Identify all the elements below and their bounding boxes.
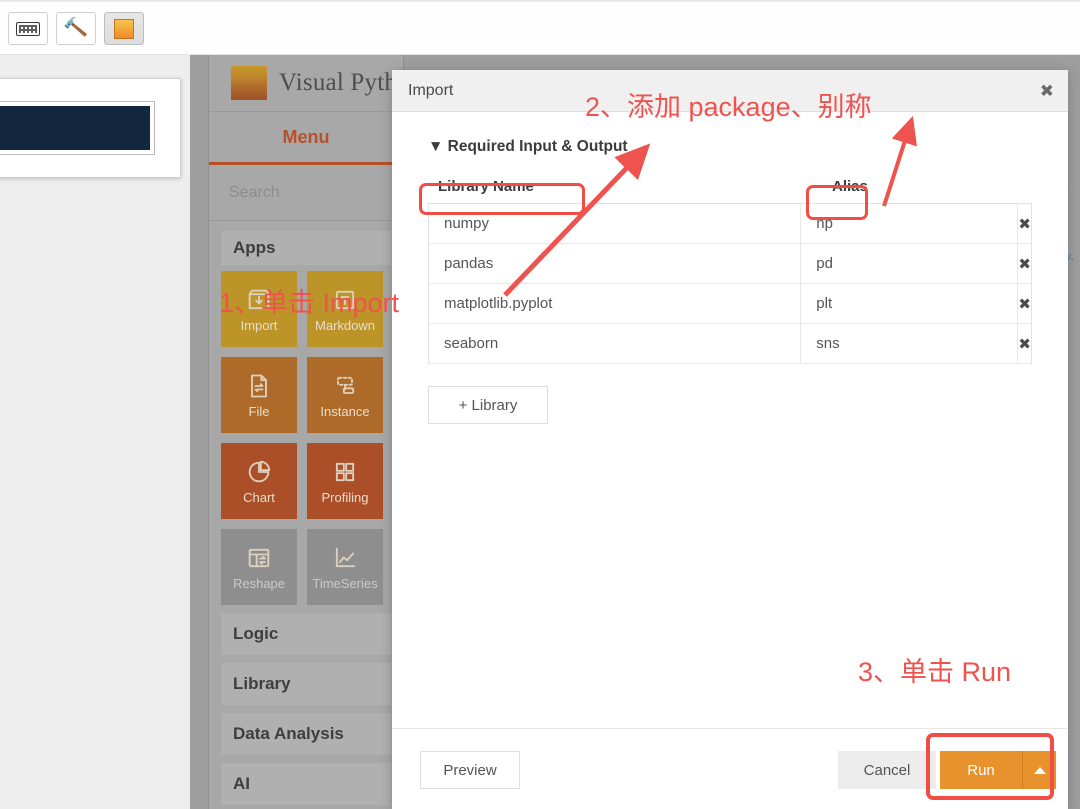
delete-row-icon[interactable]: ✖ bbox=[1017, 204, 1031, 243]
modal-title: Import bbox=[408, 81, 454, 99]
delete-row-icon[interactable]: ✖ bbox=[1017, 324, 1031, 363]
app-tile-label: Reshape bbox=[232, 575, 286, 591]
import-modal: Import ✖ ▼ Required Input & Output Libra… bbox=[392, 70, 1068, 809]
search-input-placeholder: Search bbox=[229, 183, 280, 201]
sidebar-menu-list: Logic Library Data Analysis AI bbox=[209, 613, 403, 805]
app-tile-label: Import bbox=[240, 317, 278, 333]
visual-python-logo-icon bbox=[231, 66, 267, 100]
app-tile-import[interactable]: Import bbox=[221, 271, 297, 347]
app-tile-label: Markdown bbox=[315, 317, 375, 333]
delete-row-icon[interactable]: ✖ bbox=[1017, 284, 1031, 323]
line-chart-icon bbox=[331, 544, 359, 572]
table-row: pandas pd ✖ bbox=[429, 244, 1031, 284]
tab-menu-label: Menu bbox=[282, 126, 330, 147]
visual-python-sidebar: Visual Pyth Menu Search Apps Import Markd… bbox=[208, 55, 404, 809]
library-name-cell[interactable]: matplotlib.pyplot bbox=[429, 295, 800, 312]
gavel-icon: 🔨 bbox=[62, 16, 90, 41]
delete-row-icon[interactable]: ✖ bbox=[1017, 244, 1031, 283]
app-tile-label: TimeSeries bbox=[312, 575, 378, 591]
library-name-cell[interactable]: seaborn bbox=[429, 335, 800, 352]
app-tile-label: Instance bbox=[320, 403, 370, 419]
file-exchange-icon bbox=[245, 372, 273, 400]
app-tile-label: Profiling bbox=[321, 489, 369, 505]
tab-menu[interactable]: Menu bbox=[209, 112, 403, 165]
annotation-box-run bbox=[926, 733, 1054, 800]
table-row: matplotlib.pyplot plt ✖ bbox=[429, 284, 1031, 324]
app-tile-label: Chart bbox=[243, 489, 275, 505]
modal-header: Import ✖ bbox=[392, 70, 1068, 112]
library-name-cell[interactable]: numpy bbox=[429, 215, 800, 232]
left-popup-panel bbox=[0, 78, 181, 178]
keyboard-icon bbox=[16, 21, 40, 36]
orange-square-icon bbox=[114, 18, 134, 39]
app-tile-timeseries[interactable]: TimeSeries bbox=[307, 529, 383, 605]
import-box-icon bbox=[245, 286, 273, 314]
top-toolbar: 🔨 bbox=[0, 0, 1080, 55]
gavel-button[interactable]: 🔨 bbox=[56, 12, 96, 45]
app-title: Visual Pyth bbox=[279, 69, 398, 96]
annotation-box-library-name bbox=[419, 183, 585, 215]
table-row: seaborn sns ✖ bbox=[429, 324, 1031, 364]
sidebar-item-logic[interactable]: Logic bbox=[221, 613, 391, 655]
close-icon[interactable]: ✖ bbox=[1040, 82, 1054, 99]
keyboard-button[interactable] bbox=[8, 12, 48, 45]
annotation-box-alias bbox=[806, 185, 868, 220]
reshape-icon bbox=[245, 544, 273, 572]
visual-python-toggle-button[interactable] bbox=[104, 12, 144, 45]
cancel-button[interactable]: Cancel bbox=[838, 751, 936, 789]
markdown-t-icon bbox=[331, 286, 359, 314]
app-tile-profiling[interactable]: Profiling bbox=[307, 443, 383, 519]
navy-content-bar bbox=[0, 106, 150, 150]
apps-grid: Import Markdown File Instance Chart Profiling… bbox=[209, 271, 403, 605]
search-field[interactable]: Search bbox=[209, 165, 403, 221]
sidebar-item-library[interactable]: Library bbox=[221, 663, 391, 705]
preview-button[interactable]: Preview bbox=[420, 751, 520, 789]
toolbar-top-rule bbox=[0, 0, 1080, 2]
screen-root: ⌐ w. el 🔨 Visual Pyth Menu Search bbox=[0, 0, 1080, 809]
add-library-button[interactable]: + Library bbox=[428, 386, 548, 424]
app-tile-chart[interactable]: Chart bbox=[221, 443, 297, 519]
app-tile-reshape[interactable]: Reshape bbox=[221, 529, 297, 605]
app-tile-file[interactable]: File bbox=[221, 357, 297, 433]
popup-inner-frame bbox=[0, 101, 155, 155]
alias-cell[interactable]: plt bbox=[800, 284, 1017, 323]
alias-cell[interactable]: sns bbox=[800, 324, 1017, 363]
library-name-cell[interactable]: pandas bbox=[429, 255, 800, 272]
alias-cell[interactable]: pd bbox=[800, 244, 1017, 283]
sidebar-item-data-analysis[interactable]: Data Analysis bbox=[221, 713, 391, 755]
pie-chart-icon bbox=[245, 458, 273, 486]
app-tile-instance[interactable]: Instance bbox=[307, 357, 383, 433]
app-tile-markdown[interactable]: Markdown bbox=[307, 271, 383, 347]
sidebar-header: Visual Pyth bbox=[209, 55, 403, 112]
grid-squares-icon bbox=[331, 458, 359, 486]
app-tile-label: File bbox=[248, 403, 270, 419]
library-table: numpy np ✖ pandas pd ✖ matplotlib.pyplot plt ✖ se… bbox=[428, 203, 1032, 364]
required-io-section-header[interactable]: ▼ Required Input & Output bbox=[428, 138, 1032, 156]
apps-section-title: Apps bbox=[221, 231, 391, 265]
instance-icon bbox=[331, 372, 359, 400]
sidebar-item-ai[interactable]: AI bbox=[221, 763, 391, 805]
